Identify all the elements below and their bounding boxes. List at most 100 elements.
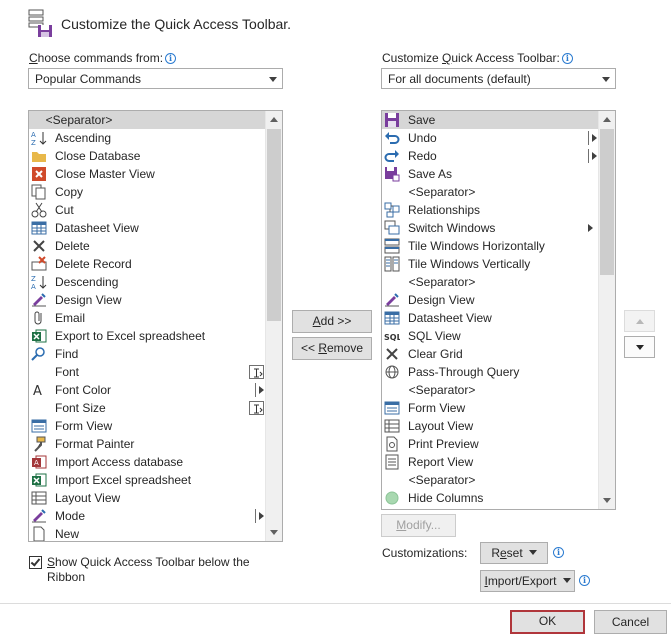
command-label: Mode	[55, 509, 86, 523]
reset-button[interactable]: Reset	[480, 542, 548, 564]
toolbar-scope-value: For all documents (default)	[388, 72, 531, 86]
command-item[interactable]: Hide Columns	[382, 489, 599, 507]
command-item[interactable]: A Font Color	[29, 381, 266, 399]
form-view-icon	[31, 418, 47, 434]
ok-button[interactable]: OK	[510, 610, 585, 634]
show-below-ribbon-checkbox[interactable]	[29, 556, 42, 569]
command-item[interactable]: Cut	[29, 201, 266, 219]
remove-button[interactable]: << Remove	[292, 337, 372, 360]
separator-item[interactable]: <Separator>	[382, 183, 599, 201]
command-item[interactable]: Close Master View	[29, 165, 266, 183]
command-item[interactable]: Tile Windows Horizontally	[382, 237, 599, 255]
sql-icon: SQL	[384, 328, 402, 344]
scroll-thumb[interactable]	[600, 129, 614, 275]
info-icon[interactable]: i	[561, 53, 573, 64]
delete-record-icon	[31, 256, 47, 272]
command-item[interactable]: Layout View	[29, 489, 266, 507]
move-up-button[interactable]	[624, 310, 655, 332]
command-item[interactable]: Form View	[29, 417, 266, 435]
scroll-down-button[interactable]	[266, 524, 282, 541]
scroll-thumb[interactable]	[267, 129, 281, 321]
command-item[interactable]: Close Database	[29, 147, 266, 165]
folder-icon	[31, 148, 47, 164]
chevron-up-icon	[603, 117, 611, 122]
command-label: Cut	[55, 203, 74, 217]
customize-toolbar-label: Customize Quick Access Toolbar: i	[382, 51, 573, 65]
command-item[interactable]: Switch Windows	[382, 219, 599, 237]
toolbar-commands-list[interactable]: Save Undo Redo Save As <Separator> Relationsh…	[381, 110, 616, 510]
command-item[interactable]: Datasheet View	[382, 309, 599, 327]
command-item[interactable]: Layout View	[382, 417, 599, 435]
reset-info-icon[interactable]: i	[553, 545, 564, 559]
command-item[interactable]: Find	[29, 345, 266, 363]
command-item[interactable]: Print Preview	[382, 435, 599, 453]
command-item[interactable]: Mode	[29, 507, 266, 525]
separator-item[interactable]: <Separator>	[29, 111, 266, 129]
submenu-indicator	[255, 509, 264, 523]
command-item[interactable]: Pass-Through Query	[382, 363, 599, 381]
chevron-right-icon	[588, 224, 593, 232]
command-label: <Separator>	[408, 383, 476, 397]
command-item[interactable]: Import Excel spreadsheet	[29, 471, 266, 489]
show-below-ribbon-label[interactable]: Show Quick Access Toolbar below the Ribb…	[47, 555, 250, 585]
command-item[interactable]: Delete	[29, 237, 266, 255]
separator-item[interactable]: <Separator>	[382, 381, 599, 399]
command-item[interactable]: Report View	[382, 453, 599, 471]
command-item[interactable]: Copy	[29, 183, 266, 201]
scroll-down-button[interactable]	[599, 492, 615, 509]
modify-button[interactable]: Modify...	[381, 514, 456, 537]
submenu-indicator	[588, 131, 597, 145]
info-icon[interactable]: i	[165, 53, 177, 64]
relationships-icon	[384, 202, 400, 218]
command-item[interactable]: Font	[29, 363, 266, 381]
separator-item[interactable]: <Separator>	[382, 273, 599, 291]
command-item[interactable]: Undo	[382, 129, 599, 147]
format-painter-icon	[31, 436, 47, 452]
import-export-button[interactable]: Import/Export	[480, 570, 575, 592]
command-item[interactable]: Z A Descending	[29, 273, 266, 291]
command-item[interactable]: A Z Ascending	[29, 129, 266, 147]
choose-commands-dropdown[interactable]: Popular Commands	[28, 68, 283, 89]
command-item[interactable]: Redo	[382, 147, 599, 165]
command-item[interactable]: Format Painter	[29, 435, 266, 453]
command-item[interactable]: Export to Excel spreadsheet	[29, 327, 266, 345]
layout-view-icon	[31, 490, 47, 506]
command-label: Email	[55, 311, 86, 325]
cancel-button[interactable]: Cancel	[594, 610, 667, 634]
add-button[interactable]: Add >>	[292, 310, 372, 333]
command-item[interactable]: Design View	[29, 291, 266, 309]
available-commands-list[interactable]: <Separator> A Z Ascending Close Database Clos…	[28, 110, 283, 542]
command-item[interactable]: Relationships	[382, 201, 599, 219]
print-preview-icon	[384, 436, 400, 452]
command-item[interactable]: A Import Access database	[29, 453, 266, 471]
command-item[interactable]: Font Size	[29, 399, 266, 417]
command-label: Save	[408, 113, 436, 127]
command-item[interactable]: SQL SQL View	[382, 327, 599, 345]
import-export-info-icon[interactable]: i	[579, 573, 590, 587]
globe-icon	[384, 364, 400, 380]
command-label: Close Master View	[55, 167, 155, 181]
command-item[interactable]: Tile Windows Vertically	[382, 255, 599, 273]
command-item[interactable]: Form View	[382, 399, 599, 417]
separator-item[interactable]: <Separator>	[382, 471, 599, 489]
command-label: Design View	[55, 293, 122, 307]
toolbar-scope-dropdown[interactable]: For all documents (default)	[381, 68, 616, 89]
command-item[interactable]: Clear Grid	[382, 345, 599, 363]
right-list-scrollbar[interactable]	[598, 111, 615, 509]
move-down-button[interactable]	[624, 336, 655, 358]
command-label: New	[55, 527, 80, 541]
left-list-scrollbar[interactable]	[265, 111, 282, 541]
command-label: Font Size	[55, 401, 106, 415]
command-item[interactable]: Email	[29, 309, 266, 327]
command-label: Ascending	[55, 131, 112, 145]
scroll-up-button[interactable]	[266, 111, 282, 128]
command-item[interactable]: Save As	[382, 165, 599, 183]
command-item[interactable]: New	[29, 525, 266, 541]
command-item[interactable]: Design View	[382, 291, 599, 309]
submenu-indicator	[255, 383, 264, 397]
command-item[interactable]: Datasheet View	[29, 219, 266, 237]
scroll-up-button[interactable]	[599, 111, 615, 128]
command-label: Layout View	[55, 491, 121, 505]
command-item[interactable]: Delete Record	[29, 255, 266, 273]
command-item[interactable]: Save	[382, 111, 599, 129]
